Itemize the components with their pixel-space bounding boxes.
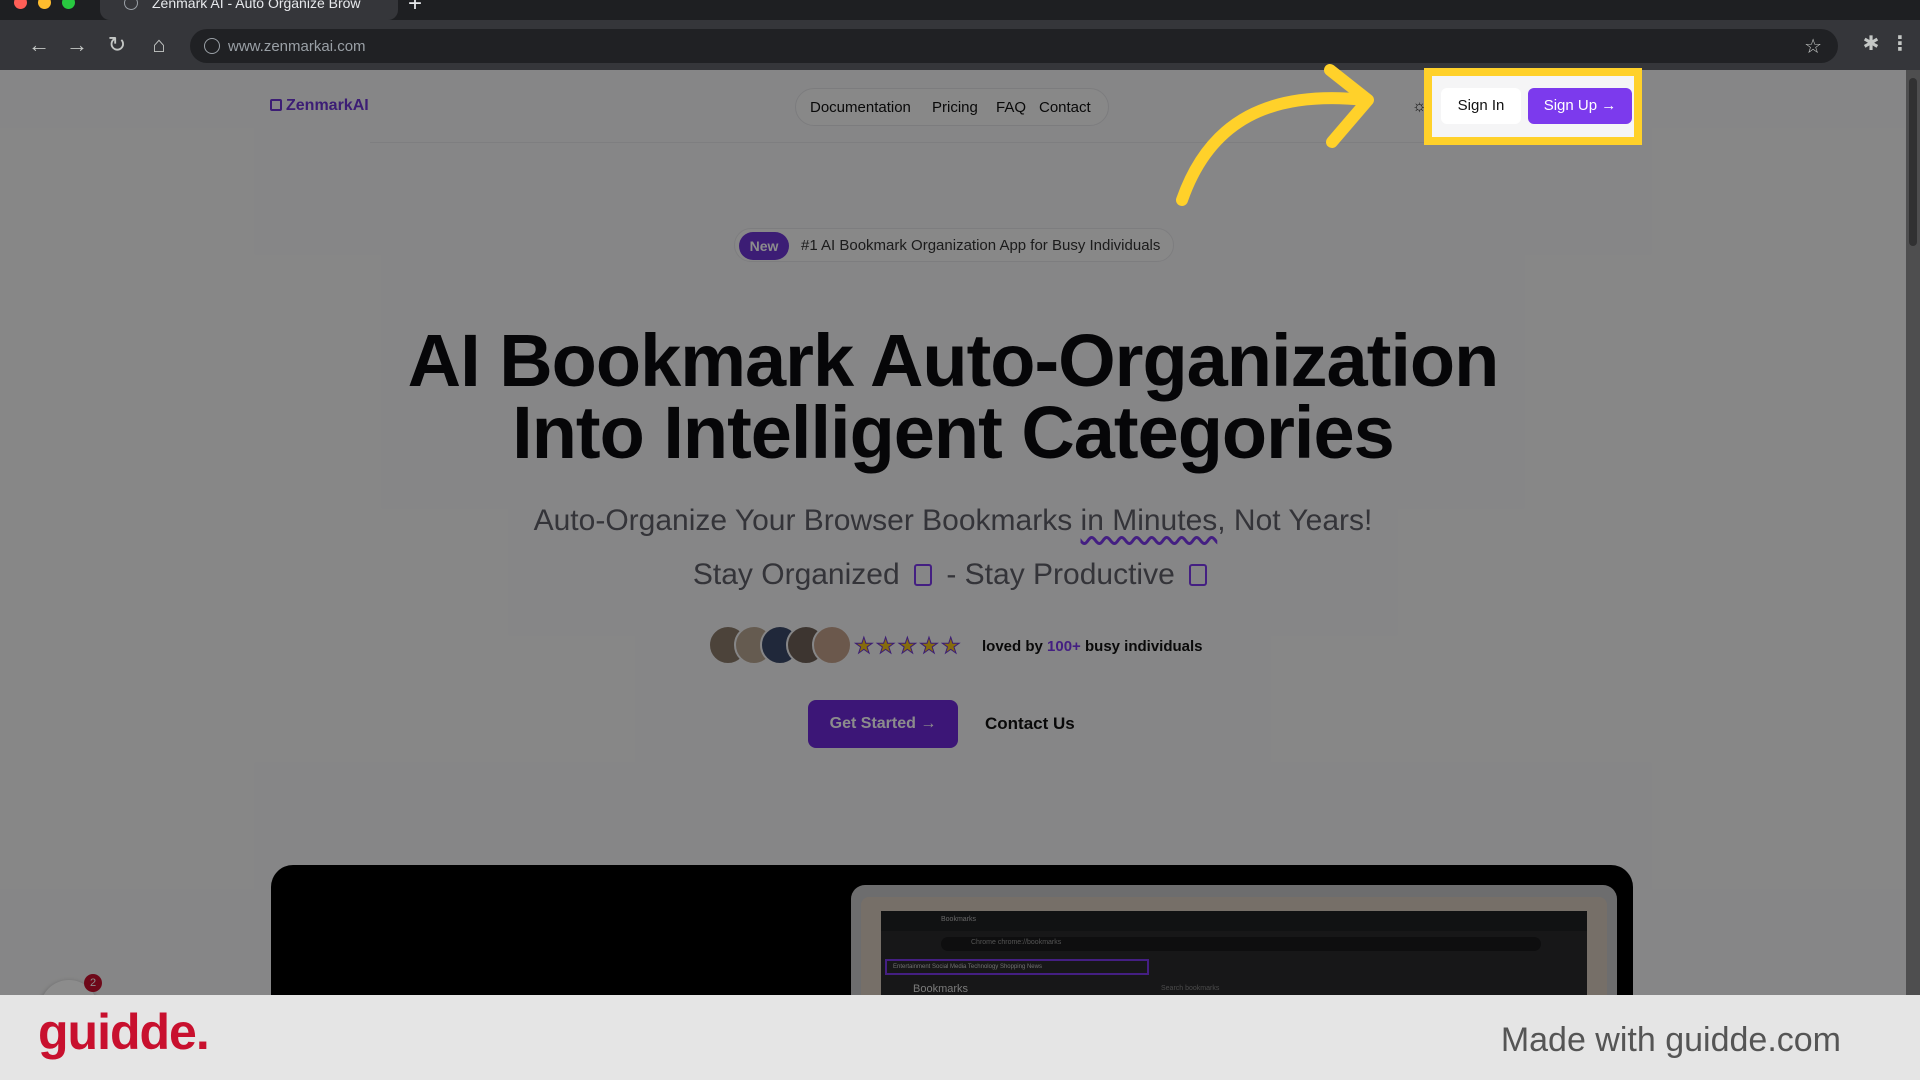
browser-toolbar: ← → ↻ ⌂ www.zenmarkai.com ☆ ✱ ⋮ (0, 20, 1920, 70)
maximize-window-dot[interactable] (62, 0, 75, 9)
back-button[interactable]: ← (26, 32, 52, 58)
forward-button[interactable]: → (64, 32, 90, 58)
guidde-footer: guidde. Made with guidde.com (0, 995, 1920, 1080)
browser-tabstrip: Zenmark AI - Auto Organize Brow + (0, 0, 1920, 20)
tab-title: Zenmark AI - Auto Organize Brow (152, 0, 361, 11)
new-tab-button[interactable]: + (408, 0, 422, 18)
browser-tab[interactable]: Zenmark AI - Auto Organize Brow (100, 0, 398, 20)
sign-in-button[interactable]: Sign In (1441, 88, 1521, 124)
url-text: www.zenmarkai.com (228, 38, 366, 55)
sign-up-button[interactable]: Sign Up → (1528, 88, 1632, 124)
address-bar[interactable]: www.zenmarkai.com ☆ (190, 29, 1838, 63)
bookmark-star-icon[interactable]: ☆ (1804, 34, 1822, 59)
globe-icon (124, 0, 138, 10)
close-window-dot[interactable] (14, 0, 27, 9)
guidde-logo: guidde. (38, 1004, 210, 1060)
dim-overlay (0, 70, 1920, 995)
extensions-puzzle-icon[interactable]: ✱ (1858, 31, 1884, 57)
browser-menu-icon[interactable]: ⋮ (1890, 31, 1910, 57)
site-info-icon[interactable] (204, 38, 220, 54)
home-button[interactable]: ⌂ (146, 32, 172, 58)
minimize-window-dot[interactable] (38, 0, 51, 9)
reload-button[interactable]: ↻ (104, 32, 130, 58)
pointer-arrow-icon (1176, 64, 1374, 206)
made-with-text: Made with guidde.com (1500, 1021, 1841, 1059)
